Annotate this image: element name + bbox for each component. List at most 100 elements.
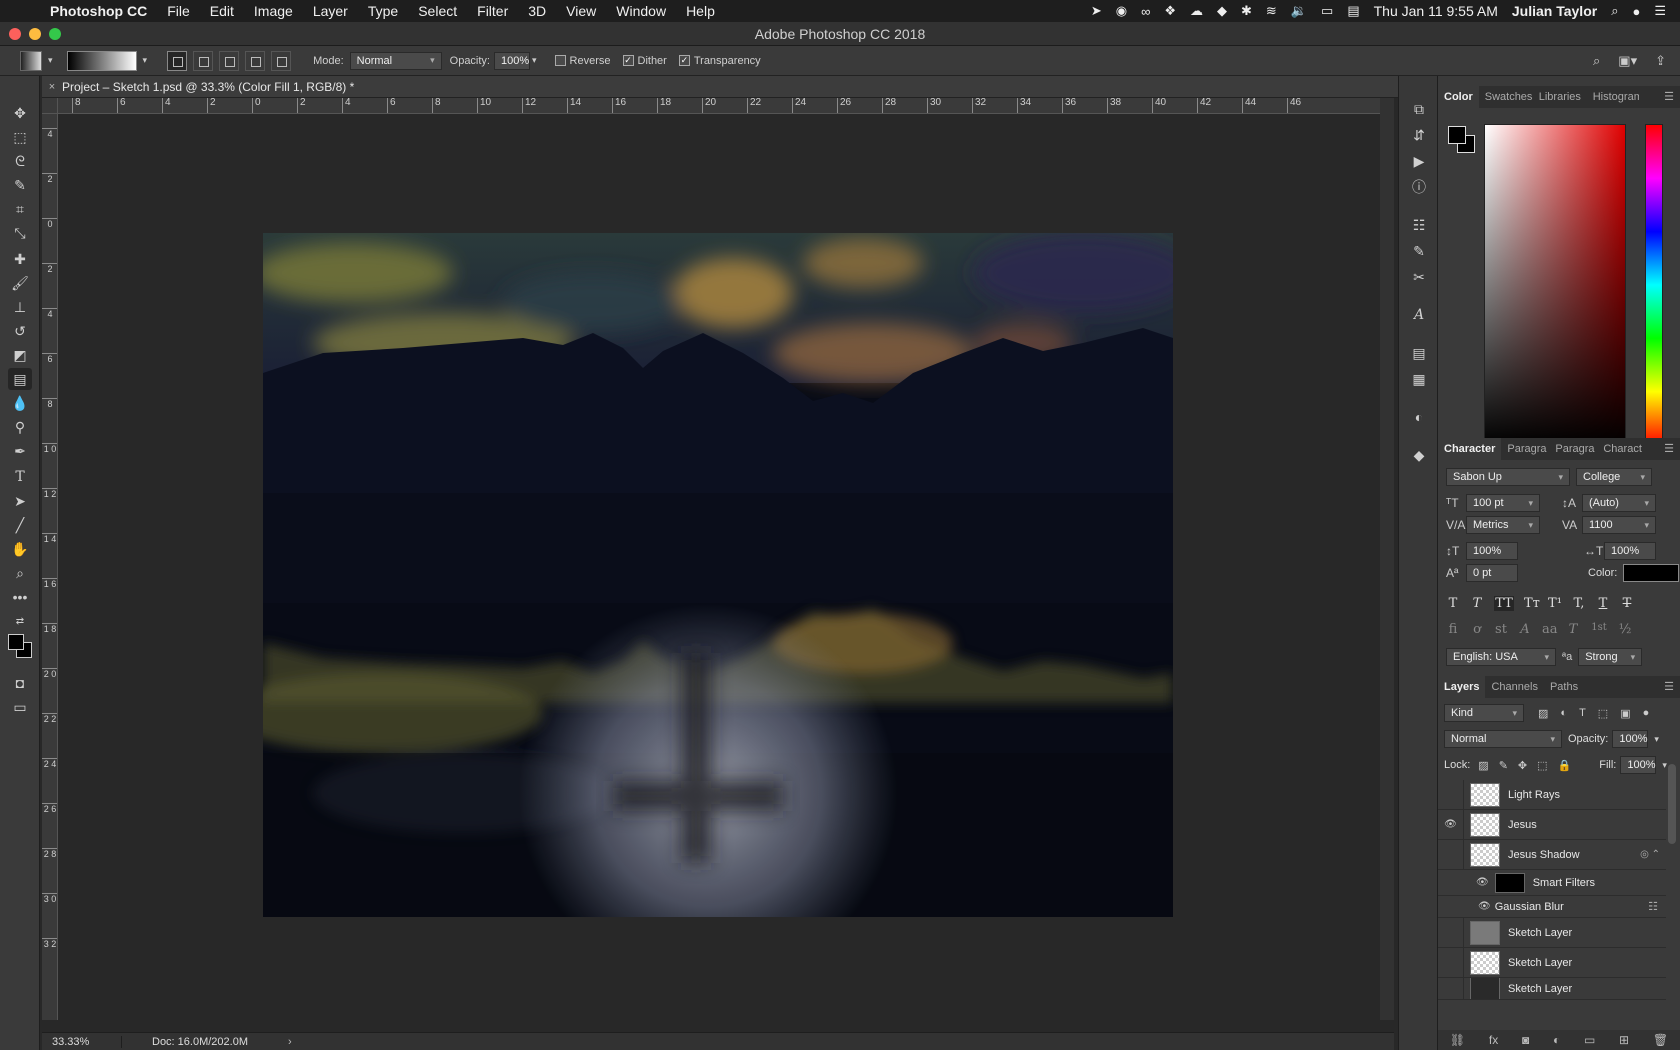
character-styles-icon[interactable]: ▦ — [1407, 368, 1431, 390]
layer-filter-select[interactable]: Kind ▾ — [1444, 704, 1524, 722]
tracking-input[interactable]: 1100 ▾ — [1582, 516, 1656, 534]
vpn-icon[interactable]: ◆ — [1217, 3, 1227, 19]
swap-colors-icon[interactable]: ⇄ — [8, 610, 32, 632]
reflected-gradient-button[interactable] — [245, 50, 266, 71]
document-canvas[interactable] — [263, 233, 1173, 917]
layer-name[interactable]: Sketch Layer — [1508, 927, 1572, 939]
volume-icon[interactable]: 🔉 — [1291, 3, 1307, 19]
linear-gradient-button[interactable] — [167, 50, 188, 71]
tab-paths[interactable]: Paths — [1544, 681, 1584, 693]
tool-preset-picker[interactable] — [20, 50, 42, 71]
layer-name[interactable]: Sketch Layer — [1508, 983, 1572, 995]
add-mask-icon[interactable]: ◙ — [1522, 1033, 1529, 1047]
discretionary-ligatures-button[interactable]: st — [1494, 622, 1508, 637]
siri-icon[interactable]: ● — [1632, 4, 1640, 19]
baseline-shift-input[interactable]: 0 pt — [1466, 564, 1518, 582]
gradient-editor-swatch[interactable] — [66, 50, 137, 71]
tab-paragraph-styles[interactable]: Paragra — [1549, 443, 1597, 455]
edit-toolbar-icon[interactable]: ••• — [8, 586, 32, 608]
move-tool-icon[interactable]: ✥ — [8, 102, 32, 124]
menu-window[interactable]: Window — [606, 3, 676, 19]
tab-libraries[interactable]: Libraries — [1533, 91, 1587, 103]
menu-filter[interactable]: Filter — [467, 3, 518, 19]
chevron-down-icon[interactable]: ▾ — [1662, 760, 1667, 771]
filter-pixel-icon[interactable]: ▨ — [1538, 707, 1548, 720]
underline-button[interactable]: T — [1596, 596, 1610, 611]
eraser-tool-icon[interactable]: ◩ — [8, 344, 32, 366]
layer-row[interactable]: Jesus Shadow ◎ ⌃ — [1438, 839, 1666, 870]
creative-cloud-icon[interactable]: ∞ — [1141, 4, 1150, 19]
font-family-select[interactable]: Sabon Up ▾ — [1446, 468, 1570, 486]
hand-tool-icon[interactable]: ✋ — [8, 538, 32, 560]
old-style-button[interactable]: ơ — [1470, 622, 1484, 637]
eyedropper-tool-icon[interactable]: ⤡ — [8, 222, 32, 244]
layer-row[interactable]: Sketch Layer — [1438, 947, 1666, 978]
input-menu-icon[interactable]: ▤ — [1347, 3, 1359, 19]
fill-input[interactable]: 100% — [1620, 756, 1657, 774]
paragraph-styles-icon[interactable]: ▤ — [1407, 342, 1431, 364]
layer-opacity-input[interactable]: 100% — [1612, 730, 1649, 748]
visibility-toggle[interactable] — [1438, 947, 1464, 978]
kerning-select[interactable]: Metrics ▾ — [1466, 516, 1540, 534]
filter-name[interactable]: Gaussian Blur — [1495, 901, 1564, 913]
layer-name[interactable]: Light Rays — [1508, 789, 1560, 801]
canvas-vertical-scrollbar[interactable] — [1380, 98, 1394, 1020]
all-caps-button[interactable]: TT — [1494, 596, 1514, 611]
document-tab[interactable]: × Project – Sketch 1.psd @ 33.3% (Color … — [42, 76, 1402, 98]
mode-select[interactable]: Normal ▾ — [349, 51, 442, 70]
glyphs-panel-icon[interactable]: A — [1407, 304, 1431, 326]
ligatures-button[interactable]: fi — [1446, 622, 1460, 637]
new-group-icon[interactable]: ▭ — [1584, 1033, 1595, 1047]
brush-settings-icon[interactable]: ✎ — [1407, 240, 1431, 262]
screen-mode-icon[interactable]: ▭ — [8, 696, 32, 718]
eye-icon[interactable]: 👁 — [1476, 877, 1489, 888]
opacity-input[interactable]: 100% — [494, 51, 530, 70]
lasso-tool-icon[interactable]: ᘓ — [8, 150, 32, 172]
path-selection-tool-icon[interactable]: ➤ — [8, 490, 32, 512]
filter-type-icon[interactable]: T — [1579, 707, 1586, 720]
3d-panel-icon[interactable]: ⧉ — [1407, 98, 1431, 120]
reverse-checkbox[interactable]: Reverse — [554, 55, 611, 67]
menubar-user[interactable]: Julian Taylor — [1512, 3, 1597, 19]
clone-stamp-tool-icon[interactable]: ⊥ — [8, 296, 32, 318]
panel-menu-icon[interactable]: ☰ — [1664, 680, 1674, 693]
saturation-brightness-field[interactable] — [1484, 124, 1626, 446]
healing-brush-tool-icon[interactable]: ✚ — [8, 248, 32, 270]
tab-channels[interactable]: Channels — [1485, 681, 1543, 693]
titling-alternates-button[interactable]: T — [1566, 622, 1580, 637]
type-tool-icon[interactable]: T — [8, 466, 32, 488]
transparency-checkbox[interactable]: ✓ Transparency — [678, 55, 761, 67]
angle-gradient-button[interactable] — [219, 50, 240, 71]
menu-file[interactable]: File — [157, 3, 200, 19]
location-arrow-icon[interactable]: ➤ — [1091, 3, 1102, 19]
smart-filters-row[interactable]: 👁 Smart Filters — [1438, 870, 1666, 896]
diamond-gradient-button[interactable] — [271, 50, 292, 71]
layer-name[interactable]: Jesus Shadow — [1508, 849, 1580, 861]
quick-mask-icon[interactable]: ◘ — [8, 672, 32, 694]
dodge-tool-icon[interactable]: ⚲ — [8, 416, 32, 438]
foreground-color-swatch[interactable] — [8, 634, 24, 650]
vertical-ruler[interactable]: 4 2 0 2 4 6 8 1 0 1 2 1 4 1 6 1 8 2 0 2 2 2 4 2 6 2 8 3 0… — [42, 114, 58, 1020]
eye-icon[interactable]: 👁 — [1478, 901, 1491, 912]
canvas-area[interactable] — [58, 114, 1380, 1020]
chevron-down-icon[interactable]: ▾ — [1654, 734, 1659, 745]
reverse-checkbox-box[interactable] — [554, 55, 566, 66]
faux-bold-button[interactable]: T — [1446, 596, 1460, 611]
filter-toggle-icon[interactable]: ● — [1643, 707, 1650, 720]
bluetooth-icon[interactable]: ✱ — [1241, 3, 1252, 19]
blur-tool-icon[interactable]: 💧 — [8, 392, 32, 414]
filter-adjustment-icon[interactable]: ◐ — [1560, 707, 1567, 720]
layer-row[interactable]: Sketch Layer — [1438, 978, 1666, 1000]
tab-layers[interactable]: Layers — [1438, 676, 1486, 698]
filter-smart-object-icon[interactable]: ▣ — [1620, 707, 1630, 720]
trash-icon[interactable]: 🗑 — [1653, 1033, 1668, 1047]
layer-name[interactable]: Jesus — [1508, 819, 1537, 831]
actions-panel-icon[interactable]: ▶ — [1407, 150, 1431, 172]
tab-character-styles[interactable]: Charact — [1597, 443, 1645, 455]
font-style-select[interactable]: College ▾ — [1576, 468, 1652, 486]
search-icon[interactable]: ⌕ — [1593, 53, 1600, 69]
gradient-tool-icon[interactable]: ▤ — [8, 368, 32, 390]
history-brush-tool-icon[interactable]: ↺ — [8, 320, 32, 342]
menu-photoshop[interactable]: Photoshop CC — [40, 3, 157, 19]
color-panel-foreground[interactable] — [1448, 126, 1466, 144]
